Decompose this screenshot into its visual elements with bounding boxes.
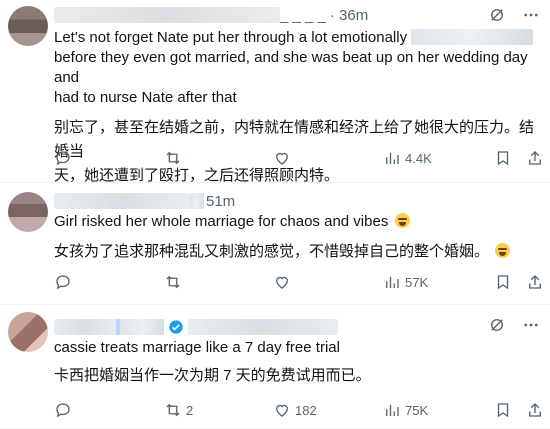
repost-button[interactable]: 2 <box>164 401 193 419</box>
more-icon[interactable] <box>522 316 540 334</box>
tweet-text-zh: 卡西把婚姻当作一次为期 7 天的免费试用而已。 <box>54 367 371 384</box>
views-count: 75K <box>405 402 429 418</box>
views-icon <box>386 404 399 416</box>
reply-icon <box>56 403 70 418</box>
repost-icon <box>166 275 180 289</box>
repost-count: 2 <box>186 402 194 418</box>
text-line: Girl risked her whole marriage for chaos… <box>54 213 389 230</box>
bookmark-icon <box>497 403 509 418</box>
views-count: 4.4K <box>405 150 432 166</box>
tweet-text-en: Girl risked her whole marriage for chaos… <box>54 212 539 232</box>
heart-icon <box>276 276 288 289</box>
timestamp[interactable]: · 36m <box>330 7 368 24</box>
bookmark-icon <box>497 275 509 290</box>
like-button[interactable] <box>273 149 291 167</box>
share-button[interactable] <box>526 273 544 291</box>
reply-button[interactable] <box>54 401 72 419</box>
text-line: had to nurse Nate after that <box>54 89 237 106</box>
tweet-header <box>54 316 338 338</box>
like-count: 182 <box>295 402 317 418</box>
tweet-top-actions <box>488 316 540 334</box>
repost-icon <box>166 151 180 165</box>
views-count: 57K <box>405 274 429 290</box>
redacted-handle <box>188 319 338 335</box>
tweet-actions: 2 182 75K <box>54 400 541 420</box>
tweet-header: 51m <box>54 190 235 212</box>
repost-button[interactable] <box>164 273 182 291</box>
more-icon[interactable] <box>522 6 540 24</box>
tweet-body: Girl risked her whole marriage for chaos… <box>54 212 539 262</box>
text-line: before they even got married, and she wa… <box>54 49 528 86</box>
avatar[interactable] <box>8 312 48 352</box>
like-button[interactable]: 182 <box>273 401 317 419</box>
avatar[interactable] <box>8 6 48 46</box>
tweet-body: cassie treats marriage like a 7 day free… <box>54 338 539 386</box>
like-button[interactable] <box>273 273 291 291</box>
heart-icon <box>276 152 288 165</box>
reply-button[interactable] <box>54 149 72 167</box>
redacted-username <box>54 193 190 209</box>
redacted-text <box>411 29 534 45</box>
share-button[interactable] <box>526 149 544 167</box>
timestamp[interactable]: 51m <box>206 193 235 210</box>
tweet-3[interactable]: cassie treats marriage like a 7 day free… <box>0 304 550 429</box>
bookmark-icon <box>497 151 509 166</box>
verified-badge-icon <box>169 320 183 334</box>
share-icon <box>529 403 541 417</box>
views-button[interactable]: 57K <box>383 273 428 291</box>
tweet-text-en: cassie treats marriage like a 7 day free… <box>54 339 340 356</box>
repost-icon <box>166 403 180 417</box>
crying-face-emoji <box>495 243 511 258</box>
tweet-actions: 57K <box>54 272 541 292</box>
bookmark-button[interactable] <box>494 273 512 291</box>
repost-button[interactable] <box>164 149 182 167</box>
views-button[interactable]: 75K <box>383 401 428 419</box>
views-button[interactable]: 4.4K <box>383 149 432 167</box>
tweet-header: _ _ _ _ · 36m <box>54 4 368 26</box>
tweet-actions: 4.4K <box>54 148 541 168</box>
bookmark-button[interactable] <box>494 149 512 167</box>
share-icon <box>529 275 541 289</box>
redacted-username <box>54 7 280 23</box>
bookmark-button[interactable] <box>494 401 512 419</box>
views-icon <box>386 276 399 288</box>
reply-button[interactable] <box>54 273 72 291</box>
text-line: 女孩为了追求那种混乱又刺激的感觉，不惜毁掉自己的整个婚姻。 <box>54 243 490 260</box>
views-icon <box>386 152 399 164</box>
avatar[interactable] <box>8 192 48 232</box>
reply-icon <box>56 151 70 166</box>
grok-icon[interactable] <box>488 6 506 24</box>
tweet-2[interactable]: 51m Girl risked her whole marriage for c… <box>0 182 550 305</box>
share-icon <box>529 151 541 165</box>
grok-icon[interactable] <box>488 316 506 334</box>
redacted-username <box>54 319 116 335</box>
crying-face-emoji <box>394 213 410 228</box>
tweet-top-actions <box>488 6 540 24</box>
heart-icon <box>276 404 288 417</box>
redacted-handle <box>190 193 204 209</box>
text-line: Let's not forget Nate put her through a … <box>54 29 408 46</box>
reply-icon <box>56 275 70 290</box>
redacted-username <box>120 319 164 335</box>
tweet-1[interactable]: _ _ _ _ · 36m Let's not forget Nate put … <box>0 0 550 184</box>
tweet-text-en: Let's not forget Nate put her through a … <box>54 28 539 108</box>
username-fragment: _ _ _ _ <box>280 6 326 24</box>
tweet-text-zh: 女孩为了追求那种混乱又刺激的感觉，不惜毁掉自己的整个婚姻。 <box>54 242 539 262</box>
share-button[interactable] <box>526 401 544 419</box>
